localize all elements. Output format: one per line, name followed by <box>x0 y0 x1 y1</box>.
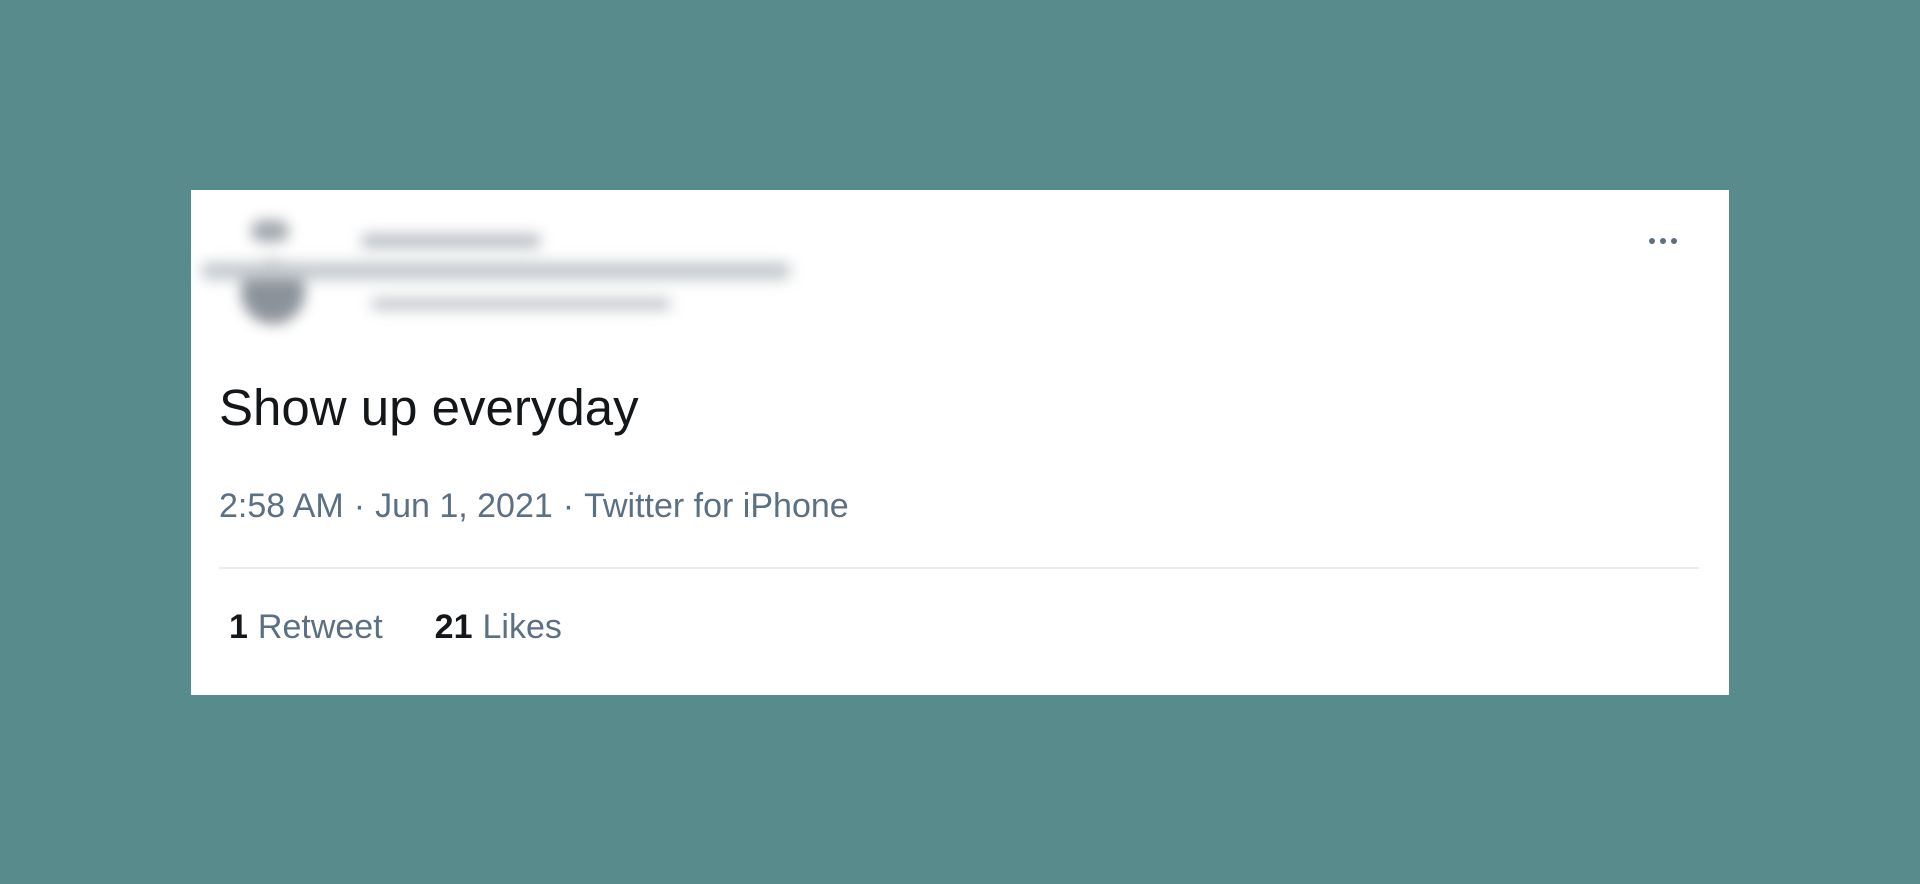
ellipsis-icon-dot <box>1671 238 1677 244</box>
author-banner-blurred <box>201 262 791 280</box>
more-options-button[interactable] <box>1641 226 1685 256</box>
divider <box>219 567 1699 569</box>
tweet-text: Show up everyday <box>219 379 639 436</box>
like-label: Likes <box>482 608 562 646</box>
avatar-top-blob <box>251 220 289 242</box>
tweet-stats: 1 Retweet 21 Likes <box>229 605 562 649</box>
like-count: 21 <box>434 608 473 646</box>
tweet-source-link[interactable]: Twitter for iPhone <box>584 487 849 525</box>
author-name-blurred <box>361 234 541 248</box>
retweets-stat[interactable]: 1 Retweet <box>229 605 383 649</box>
tweet-date[interactable]: Jun 1, 2021 <box>375 487 553 525</box>
meta-separator: · <box>353 487 366 525</box>
retweet-count: 1 <box>229 608 248 646</box>
ellipsis-icon-dot <box>1660 238 1666 244</box>
tweet-time[interactable]: 2:58 AM <box>219 487 344 525</box>
author-info-blurred <box>191 210 811 330</box>
meta-separator: · <box>562 487 575 525</box>
retweet-label: Retweet <box>257 608 383 646</box>
ellipsis-icon <box>1649 238 1655 244</box>
tweet-card: Show up everyday 2:58 AM · Jun 1, 2021 · Twi… <box>191 190 1729 695</box>
author-handle-blurred <box>371 298 671 310</box>
likes-stat[interactable]: 21 Likes <box>435 605 562 649</box>
tweet-meta: 2:58 AM · Jun 1, 2021 · Twitter for iPhone <box>219 484 849 528</box>
